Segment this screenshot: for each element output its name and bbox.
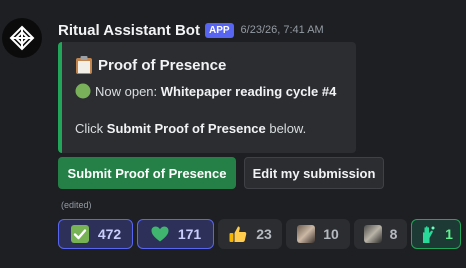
instruction-post: below.	[269, 121, 307, 136]
status-prefix: Now open:	[95, 83, 158, 99]
reaction-custom-portrait-2[interactable]: 8	[354, 219, 407, 249]
bot-avatar[interactable]	[2, 18, 42, 58]
submit-proof-button[interactable]: Submit Proof of Presence	[58, 157, 236, 189]
reaction-green-heart[interactable]: 171	[137, 219, 214, 249]
clipboard-icon	[76, 56, 92, 74]
status-value: Whitepaper reading cycle #4	[160, 83, 337, 99]
embed-card: Proof of Presence Now open: Whitepaper r…	[58, 42, 356, 153]
message-header: Ritual Assistant Bot APP 6/23/26, 7:41 A…	[58, 20, 324, 40]
app-tag: APP	[204, 22, 234, 38]
instruction-pre: Click	[75, 121, 104, 136]
reaction-check[interactable]: 472	[58, 219, 133, 249]
embed-title-text: Proof of Presence	[98, 56, 227, 74]
check-mark-button-icon	[70, 225, 89, 243]
thumbs-up-icon	[229, 226, 247, 242]
green-heart-icon	[151, 226, 169, 242]
reaction-count: 472	[97, 226, 122, 242]
author-name[interactable]: Ritual Assistant Bot	[58, 22, 200, 39]
bot-message: Ritual Assistant Bot APP 6/23/26, 7:41 A…	[0, 0, 466, 268]
reaction-count: 10	[323, 226, 339, 242]
instruction-bold: Submit Proof of Presence	[106, 121, 266, 136]
reaction-custom-portrait-1[interactable]: 10	[286, 219, 350, 249]
edited-label: (edited)	[61, 200, 92, 210]
status-line: Now open: Whitepaper reading cycle #4	[75, 83, 336, 99]
reaction-count: 1	[445, 226, 453, 242]
green-circle-icon	[75, 83, 91, 99]
reaction-thumbs-up[interactable]: 23	[218, 219, 282, 249]
glowing-hand-icon	[423, 226, 435, 243]
reaction-count: 23	[256, 226, 272, 242]
reaction-custom-glowing-hand[interactable]: 1	[411, 219, 461, 249]
custom-portrait-1-icon	[297, 225, 316, 243]
embed-title: Proof of Presence	[75, 55, 226, 75]
custom-portrait-2-icon	[363, 225, 382, 243]
reaction-count: 171	[177, 226, 202, 242]
ritual-logo-icon	[9, 25, 35, 51]
message-timestamp: 6/23/26, 7:41 AM	[240, 24, 324, 36]
reaction-count: 8	[389, 226, 398, 242]
instruction-line: Click Submit Proof of Presence below.	[75, 121, 306, 136]
edit-submission-button[interactable]: Edit my submission	[244, 157, 384, 189]
